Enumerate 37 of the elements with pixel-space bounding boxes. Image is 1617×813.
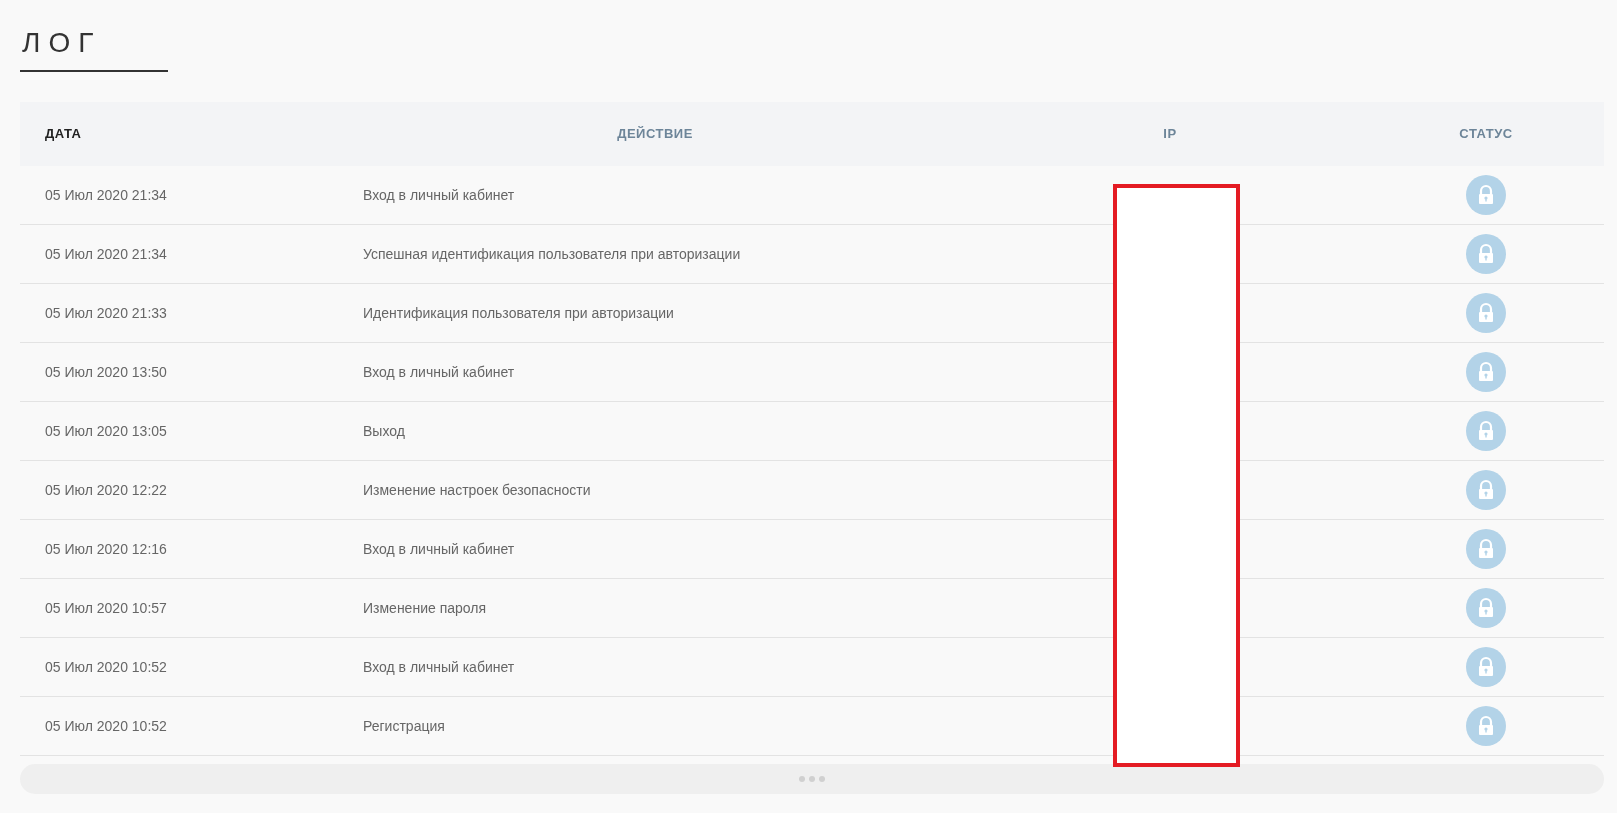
date-cell-text: 05 Июл 2020 21:34 [44,185,168,205]
action-cell-text: Идентификация пользователя при авторизации [363,303,675,323]
lock-icon [1466,706,1506,746]
action-cell-text: Выход [363,421,406,441]
lock-icon [1466,293,1506,333]
lock-icon [1466,234,1506,274]
lock-icon [1466,529,1506,569]
date-cell-text: 05 Июл 2020 10:52 [44,657,168,677]
date-cell-text: 05 Июл 2020 12:16 [44,539,168,559]
column-header[interactable]: ДАТА [45,124,82,144]
action-cell-text: Вход в личный кабинет [363,185,516,205]
lock-icon [1466,647,1506,687]
lock-icon [1466,588,1506,628]
action-cell-text: Успешная идентификация пользователя при авторизации [363,244,742,264]
date-cell-text: 05 Июл 2020 13:05 [44,421,168,441]
action-cell-text: Регистрация [363,716,446,736]
action-cell-text: Вход в личный кабинет [363,362,516,382]
action-cell-text: Вход в личный кабинет [363,657,516,677]
date-cell-text: 05 Июл 2020 10:57 [44,598,168,618]
action-cell-text: Изменение пароля [363,598,488,618]
page-title: ЛОГ [22,26,103,60]
lock-icon [1466,352,1506,392]
date-cell-text: 05 Июл 2020 13:50 [44,362,168,382]
action-cell-text: Вход в личный кабинет [363,539,516,559]
column-header[interactable]: ДЕЙСТВИЕ [617,124,693,144]
lock-icon [1466,175,1506,215]
lock-icon [1466,411,1506,451]
date-cell-text: 05 Июл 2020 12:22 [44,480,168,500]
lock-icon [1466,470,1506,510]
column-header[interactable]: СТАТУС [1459,124,1513,144]
load-more-bar[interactable] [20,764,1604,794]
date-cell-text: 05 Июл 2020 21:33 [44,303,168,323]
date-cell-text: 05 Июл 2020 21:34 [44,244,168,264]
column-header[interactable]: IP [1163,124,1177,144]
date-cell-text: 05 Июл 2020 10:52 [44,716,168,736]
action-cell-text: Изменение настроек безопасности [363,480,592,500]
more-icon [799,776,825,782]
